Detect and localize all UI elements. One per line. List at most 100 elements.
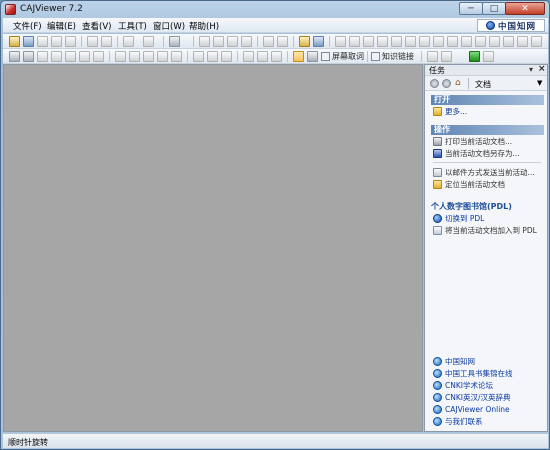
toolbar-overflow-icon[interactable]: [531, 36, 542, 47]
go-dropdown-icon[interactable]: [483, 51, 494, 62]
save-as-link[interactable]: 当前活动文档另存为...: [431, 147, 544, 159]
previous-match-icon[interactable]: [427, 51, 438, 62]
zoom-out-icon[interactable]: [461, 36, 472, 47]
link-item[interactable]: 中国知网: [431, 355, 544, 367]
snapshot-icon[interactable]: [93, 51, 104, 62]
actual-size-icon[interactable]: [433, 36, 444, 47]
full-screen-icon[interactable]: [503, 36, 514, 47]
facing-pages-icon[interactable]: [363, 36, 374, 47]
page-setup-icon[interactable]: [169, 36, 180, 47]
magnifier-icon[interactable]: [79, 51, 90, 62]
nav-separator: [468, 78, 469, 89]
link-item[interactable]: CAJViewer Online: [431, 403, 544, 415]
print-icon[interactable]: [51, 36, 62, 47]
note-tool-icon[interactable]: [193, 51, 204, 62]
task-panel-nav: ⌂ 文档 ▼: [425, 76, 547, 91]
cnki-logo[interactable]: 中国知网: [477, 19, 545, 32]
menu-bar: 文件(F) 编辑(E) 查看(V) 工具(T) 窗口(W) 帮助(H) 中国知网: [3, 18, 548, 33]
stamp-tool-icon[interactable]: [243, 51, 254, 62]
menu-edit[interactable]: 编辑(E): [47, 20, 76, 32]
back-circle-icon[interactable]: [430, 79, 439, 88]
ellipse-tool-icon[interactable]: [157, 51, 168, 62]
next-match-icon[interactable]: [441, 51, 452, 62]
print-preview-icon[interactable]: [37, 36, 48, 47]
section-divider: [433, 162, 541, 163]
maximize-button[interactable]: □: [482, 2, 506, 15]
find-icon[interactable]: [313, 36, 324, 47]
window-arrange-icon[interactable]: [517, 36, 528, 47]
menu-view[interactable]: 查看(V): [82, 20, 111, 32]
chevron-down-icon[interactable]: ▼: [537, 79, 542, 87]
hand-tool-icon[interactable]: [9, 51, 20, 62]
link-item[interactable]: CNKI学术论坛: [431, 379, 544, 391]
sound-icon[interactable]: [221, 51, 232, 62]
back-icon[interactable]: [263, 36, 274, 47]
forward-icon[interactable]: [277, 36, 288, 47]
close-panel-icon[interactable]: ×: [538, 64, 546, 74]
cnki-logo-icon: [485, 21, 495, 30]
home-icon[interactable]: ⌂: [455, 79, 465, 88]
text-select-icon[interactable]: [37, 51, 48, 62]
document-area[interactable]: [3, 64, 423, 432]
highlight-tool-icon[interactable]: [171, 51, 182, 62]
ocr-icon[interactable]: [65, 51, 76, 62]
window-controls: ─ □ ✕: [459, 2, 545, 15]
thumbnails-icon[interactable]: [377, 36, 388, 47]
image-select-icon[interactable]: [51, 51, 62, 62]
task-panel-selector[interactable]: 文档: [475, 79, 491, 90]
search-icon[interactable]: [299, 36, 310, 47]
save-icon[interactable]: [23, 36, 34, 47]
close-button[interactable]: ✕: [505, 2, 545, 15]
last-page-icon[interactable]: [241, 36, 252, 47]
link-item[interactable]: CNKI英汉/汉英辞典: [431, 391, 544, 403]
pencil-tool-icon[interactable]: [129, 51, 140, 62]
mail-icon[interactable]: [65, 36, 76, 47]
paste-icon[interactable]: [101, 36, 112, 47]
task-panel: 任务 ▾ × ⌂ 文档 ▼ 打开 更多... 操作 打印当前活动文档... 当前…: [424, 64, 548, 432]
select-tool-icon[interactable]: [23, 51, 34, 62]
open-more-link[interactable]: 更多...: [431, 105, 544, 117]
open-icon[interactable]: [9, 36, 20, 47]
switch-to-pdl-link[interactable]: 切换到 PDL: [431, 212, 544, 224]
settings-icon[interactable]: [307, 51, 318, 62]
copy-icon[interactable]: [87, 36, 98, 47]
first-page-icon[interactable]: [199, 36, 210, 47]
rotate-right-icon[interactable]: [489, 36, 500, 47]
menu-window[interactable]: 窗口(W): [153, 20, 185, 32]
line-tool-icon[interactable]: [115, 51, 126, 62]
web-link-icon: [433, 380, 442, 390]
rotate-left-icon[interactable]: [475, 36, 486, 47]
fit-width-icon[interactable]: [405, 36, 416, 47]
fit-page-icon[interactable]: [419, 36, 430, 47]
undo-icon[interactable]: [123, 36, 134, 47]
link-item[interactable]: 中国工具书集锦在线: [431, 367, 544, 379]
bookmark-icon[interactable]: [391, 36, 402, 47]
redo-icon[interactable]: [143, 36, 154, 47]
menu-tools[interactable]: 工具(T): [118, 20, 147, 32]
forward-circle-icon[interactable]: [442, 79, 451, 88]
app-icon[interactable]: [5, 4, 16, 15]
rectangle-tool-icon[interactable]: [143, 51, 154, 62]
task-panel-toggle-icon[interactable]: [293, 51, 304, 62]
link-item[interactable]: 与我们联系: [431, 415, 544, 427]
menu-help[interactable]: 帮助(H): [189, 20, 219, 32]
next-page-icon[interactable]: [227, 36, 238, 47]
minimize-button[interactable]: ─: [459, 2, 483, 15]
knowledge-link-icon: [371, 52, 380, 61]
knowledge-link-button[interactable]: 知识链接: [371, 51, 414, 62]
locate-document-link[interactable]: 定位当前活动文档: [431, 178, 544, 190]
previous-page-icon[interactable]: [213, 36, 224, 47]
menu-file[interactable]: 文件(F): [13, 20, 42, 32]
link-tool-icon[interactable]: [257, 51, 268, 62]
add-to-pdl-link[interactable]: 将当前活动文档加入到 PDL: [431, 224, 544, 236]
screen-translate-button[interactable]: 屏幕取词: [321, 51, 364, 62]
print-document-link[interactable]: 打印当前活动文档...: [431, 135, 544, 147]
pin-icon[interactable]: ▾: [529, 65, 533, 74]
properties-icon[interactable]: [271, 51, 282, 62]
continuous-page-icon[interactable]: [349, 36, 360, 47]
send-mail-link[interactable]: 以邮件方式发送当前活动...: [431, 166, 544, 178]
single-page-icon[interactable]: [335, 36, 346, 47]
zoom-in-icon[interactable]: [447, 36, 458, 47]
eraser-tool-icon[interactable]: [207, 51, 218, 62]
go-icon[interactable]: [469, 51, 480, 62]
